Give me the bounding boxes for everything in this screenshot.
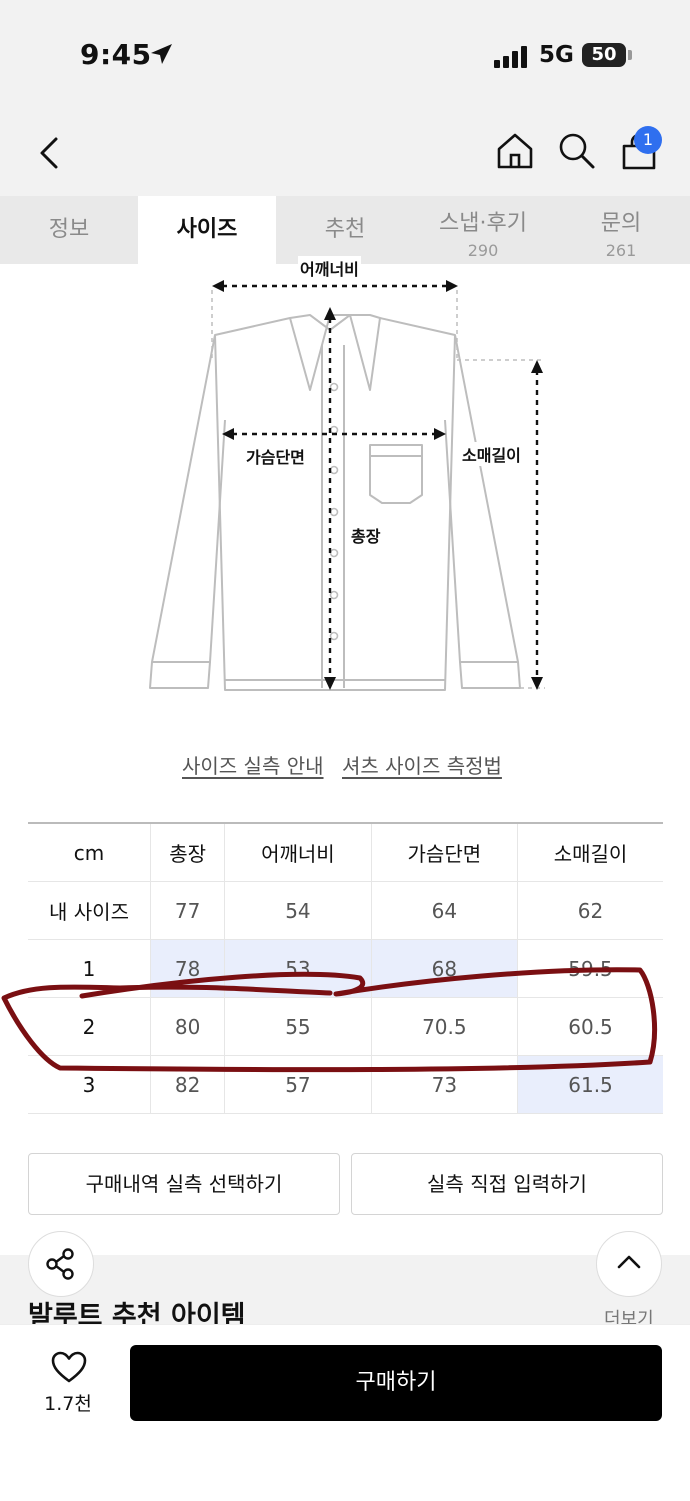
status-time: 9:45	[80, 38, 152, 71]
shirt-measurement-diagram	[149, 280, 545, 691]
tab-info[interactable]: 정보	[0, 196, 138, 264]
tab-size[interactable]: 사이즈	[138, 196, 276, 264]
like-count: 1.7천	[44, 1393, 92, 1415]
table-cell: 53	[224, 939, 372, 998]
table-header: 어깨너비	[224, 822, 372, 882]
table-cell: 60.5	[517, 997, 663, 1056]
tab-count: 290	[467, 241, 499, 260]
table-cell: 55	[224, 997, 372, 1056]
tab-label: 문의	[600, 211, 642, 236]
table-row: 1 78 53 68 59.5	[28, 939, 663, 998]
table-cell: 80	[149, 997, 226, 1056]
chevron-up-icon	[617, 1255, 641, 1269]
scroll-top-button[interactable]	[596, 1231, 662, 1297]
tab-count: 261	[605, 241, 637, 260]
chest-width-label: 가슴단면	[244, 444, 307, 468]
table-cell: 70.5	[370, 997, 519, 1056]
row-label: 내 사이즈	[28, 881, 151, 940]
tab-label: 사이즈	[176, 217, 238, 242]
row-label: 3	[28, 1055, 151, 1114]
size-table: cm 총장 어깨너비 가슴단면 소매길이 내 사이즈 77 54 64 62 1…	[28, 822, 663, 1114]
table-header: 가슴단면	[370, 822, 519, 882]
battery-cap	[628, 50, 632, 60]
total-length-label: 총장	[349, 523, 383, 547]
table-cell: 54	[224, 881, 372, 940]
table-cell: 68	[370, 939, 519, 998]
tab-recommend[interactable]: 추천	[276, 196, 414, 264]
tab-label: 정보	[48, 217, 90, 242]
back-arrow-icon[interactable]	[36, 136, 62, 170]
heart-icon[interactable]	[50, 1350, 88, 1384]
battery-icon: 50	[582, 43, 626, 67]
buy-button[interactable]: 구매하기	[130, 1345, 662, 1421]
tab-label: 추천	[324, 217, 366, 242]
table-row: 3 82 57 73 61.5	[28, 1055, 663, 1114]
table-cell: 77	[149, 881, 226, 940]
share-button[interactable]	[28, 1231, 94, 1297]
table-cell: 57	[224, 1055, 372, 1114]
location-arrow-icon	[151, 44, 172, 64]
table-header-row: cm 총장 어깨너비 가슴단면 소매길이	[28, 822, 663, 882]
row-label: 2	[28, 997, 151, 1056]
sleeve-length-label: 소매길이	[460, 442, 523, 466]
table-cell: 78	[149, 939, 226, 998]
purchase-history-measure-button[interactable]: 구매내역 실측 선택하기	[28, 1153, 340, 1215]
table-cell: 59.5	[517, 939, 663, 998]
tab-label: 스냅·후기	[439, 211, 527, 236]
row-label: 1	[28, 939, 151, 998]
table-cell: 64	[370, 881, 519, 940]
search-icon[interactable]	[558, 132, 596, 170]
table-cell: 82	[149, 1055, 226, 1114]
table-header: cm	[28, 822, 151, 882]
signal-icon	[494, 46, 527, 68]
table-header: 총장	[149, 822, 226, 882]
tab-snap-review[interactable]: 스냅·후기 290	[414, 196, 552, 264]
table-row: 내 사이즈 77 54 64 62	[28, 881, 663, 940]
shirt-measure-link[interactable]: 셔츠 사이즈 측정법	[342, 750, 502, 779]
table-row: 2 80 55 70.5 60.5	[28, 997, 663, 1056]
manual-measure-input-button[interactable]: 실측 직접 입력하기	[351, 1153, 663, 1215]
size-guide-link[interactable]: 사이즈 실측 안내	[182, 750, 324, 779]
table-header: 소매길이	[517, 822, 663, 882]
network-type: 5G	[539, 42, 574, 68]
shoulder-width-label: 어깨너비	[298, 256, 361, 280]
table-cell: 62	[517, 881, 663, 940]
table-cell: 61.5	[517, 1055, 663, 1114]
table-cell: 73	[370, 1055, 519, 1114]
share-icon	[46, 1248, 74, 1280]
battery-percent: 50	[591, 44, 617, 65]
tab-bar: 정보 사이즈 추천 스냅·후기 290 문의 261	[0, 196, 690, 264]
cart-badge: 1	[634, 126, 662, 154]
home-icon[interactable]	[496, 132, 534, 170]
top-nav: 1	[0, 110, 690, 196]
tab-inquiry[interactable]: 문의 261	[552, 196, 690, 264]
